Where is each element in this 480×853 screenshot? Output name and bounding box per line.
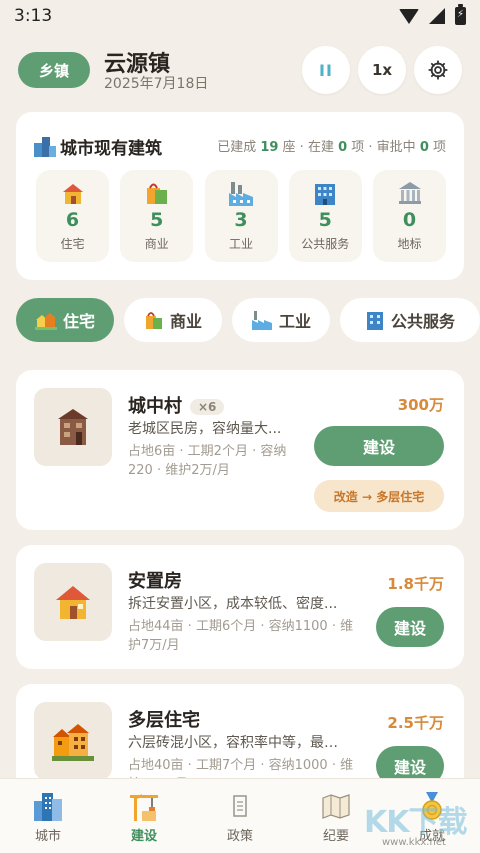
building-name: 安置房 [128,571,182,592]
wifi-icon [399,8,419,24]
house-icon [56,586,90,619]
gear-icon [428,60,448,80]
apartment-icon [52,724,94,761]
nav-city[interactable]: 城市 [0,779,96,853]
city-title-text: 城市现有建筑 [60,139,162,159]
tab-industrial[interactable]: 工业 [232,298,330,342]
pending-count: 0 [419,140,429,155]
stat-commercial[interactable]: 5 商业 [120,170,194,262]
nav-label: 建设 [130,829,157,844]
stat-value: 5 [150,209,164,231]
medal-icon [416,791,448,821]
building-price: 300万 [397,396,444,414]
factory-icon [227,180,255,206]
office-building-icon [366,312,383,330]
nav-records[interactable]: 纪要 [288,779,384,853]
battery-icon [455,4,466,25]
building-name: 城中村 ×6 [128,392,225,418]
building-count-badge: ×6 [190,399,225,415]
tab-public-service[interactable]: 公共服务 [340,298,480,342]
shopping-bag-icon [145,312,162,329]
stat-label: 住宅 [60,237,85,251]
town-button[interactable]: 乡镇 [18,52,90,88]
stat-value: 3 [234,209,248,231]
signal-icon [429,8,445,24]
stat-value: 6 [65,209,80,231]
category-tabs: 住宅 商业 工业 公共服务 [16,298,480,344]
stat-industrial[interactable]: 3 工业 [204,170,278,262]
factory-icon [251,311,272,330]
building-card-resettlement-housing[interactable]: 安置房 拆迁安置小区，成本较低、密度... 占地44亩 · 工期6个月 · 容纳… [16,545,464,669]
tab-label: 公共服务 [390,312,455,331]
city-buildings-icon [34,136,56,157]
header: 乡镇 云源镇 2025年7月18日 II 1x [18,46,464,94]
upgrade-button[interactable]: 改造 → 多层住宅 [314,480,444,512]
office-building-icon [311,180,339,206]
building-name: 多层住宅 [128,710,200,731]
stat-label: 公共服务 [301,237,350,251]
tab-label: 商业 [169,312,202,331]
building-description: 六层砖混小区，容积率中等，最常... [128,735,348,751]
building-meta: 占地44亩 · 工期6个月 · 容纳1100 · 维护7万/月 [128,619,354,653]
current-date: 2025年7月18日 [104,76,209,92]
nav-label: 政策 [226,829,253,844]
houses-icon [34,313,57,330]
pause-icon: II [319,60,333,80]
old-house-icon [58,409,88,445]
nav-build[interactable]: 建设 [96,779,192,853]
building-price: 1.8千万 [387,575,444,593]
nav-label: 纪要 [322,829,349,844]
building-thumbnail [34,702,112,780]
build-button[interactable]: 建设 [314,426,444,466]
house-icon [59,180,87,206]
nav-label: 成就 [418,829,445,844]
map-icon [320,791,352,821]
settings-button[interactable] [414,46,462,94]
status-icons [399,4,466,25]
speed-button[interactable]: 1x [358,46,406,94]
tab-residential[interactable]: 住宅 [16,298,114,342]
tab-label: 工业 [278,312,311,331]
city-icon [32,791,64,821]
stat-label: 地标 [397,237,422,251]
status-bar: 3:13 [0,0,480,32]
nav-policy[interactable]: 政策 [192,779,288,853]
scroll-icon [224,791,256,821]
stat-residential[interactable]: 6 住宅 [36,170,109,262]
build-button[interactable]: 建设 [376,607,444,647]
building-price: 2.5千万 [387,714,444,732]
city-card-title: 城市现有建筑 [34,134,162,159]
city-summary: 已建成 19 座 · 在建 0 项 · 审批中 0 项 [217,140,446,155]
building-description: 老城区民房，容纳量大... [128,421,282,437]
shopping-bag-icon [143,180,171,206]
crane-icon [128,791,160,821]
stat-landmark[interactable]: 0 地标 [373,170,446,262]
built-count: 19 [260,140,279,155]
stat-label: 商业 [144,237,169,251]
building-card-urban-village[interactable]: 城中村 ×6 老城区民房，容纳量大... 占地6亩 · 工期2个月 · 容纳220… [16,370,464,530]
building-meta: 占地6亩 · 工期2个月 · 容纳220 · 维护2万/月 [128,444,287,478]
tab-commercial[interactable]: 商业 [124,298,222,342]
nav-label: 城市 [34,829,61,844]
stat-row: 6 住宅 5 商业 3 工业 5 公共服务 0 地标 [36,170,446,262]
building-thumbnail [34,563,112,641]
building-description: 拆迁安置小区，成本较低、密度... [128,596,338,612]
pause-button[interactable]: II [302,46,350,94]
status-time: 3:13 [14,6,53,26]
building-thumbnail [34,388,112,466]
city-buildings-card: 城市现有建筑 已建成 19 座 · 在建 0 项 · 审批中 0 项 6 住宅 … [16,112,464,280]
nav-achievements[interactable]: 成就 [384,779,480,853]
stat-label: 工业 [228,237,253,251]
stat-public-service[interactable]: 5 公共服务 [288,170,362,262]
tab-label: 住宅 [62,312,95,331]
stat-value: 5 [318,209,332,231]
bottom-nav: 城市 建设 政策 纪要 成就 [0,778,480,853]
landmark-icon [396,180,424,206]
stat-value: 0 [402,209,417,231]
constructing-count: 0 [338,140,348,155]
